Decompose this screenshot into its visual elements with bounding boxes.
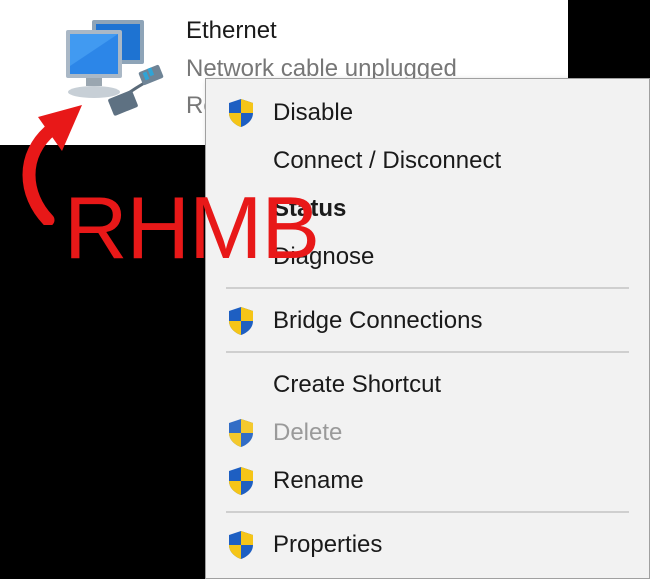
menu-separator [226, 287, 629, 289]
menu-item-label: Delete [273, 419, 343, 446]
menu-item-delete: Delete [206, 411, 649, 455]
uac-shield-icon [225, 529, 257, 561]
connection-name[interactable]: Ethernet [186, 17, 277, 45]
menu-item-label: Bridge Connections [273, 307, 483, 334]
menu-item-disable[interactable]: Disable [206, 91, 649, 135]
menu-item-properties[interactable]: Properties [206, 523, 649, 567]
menu-item-connect-disconnect[interactable]: Connect / Disconnect [206, 139, 649, 183]
menu-item-rename[interactable]: Rename [206, 459, 649, 503]
uac-shield-icon [225, 465, 257, 497]
menu-item-label: Connect / Disconnect [273, 147, 502, 174]
menu-item-bridge-connections[interactable]: Bridge Connections [206, 299, 649, 343]
menu-item-label: Rename [273, 467, 364, 494]
uac-shield-icon [225, 417, 257, 449]
menu-item-label: Create Shortcut [273, 371, 442, 398]
menu-item-create-shortcut[interactable]: Create Shortcut [206, 363, 649, 407]
uac-shield-icon [225, 305, 257, 337]
menu-item-label: Disable [273, 99, 354, 126]
rhmb-annotation: RHMB [64, 178, 320, 277]
menu-item-label: Properties [273, 531, 383, 558]
uac-shield-icon [225, 97, 257, 129]
context-menu: Disable Connect / Disconnect Status Diag… [205, 78, 650, 579]
menu-separator [226, 351, 629, 353]
menu-separator [226, 511, 629, 513]
